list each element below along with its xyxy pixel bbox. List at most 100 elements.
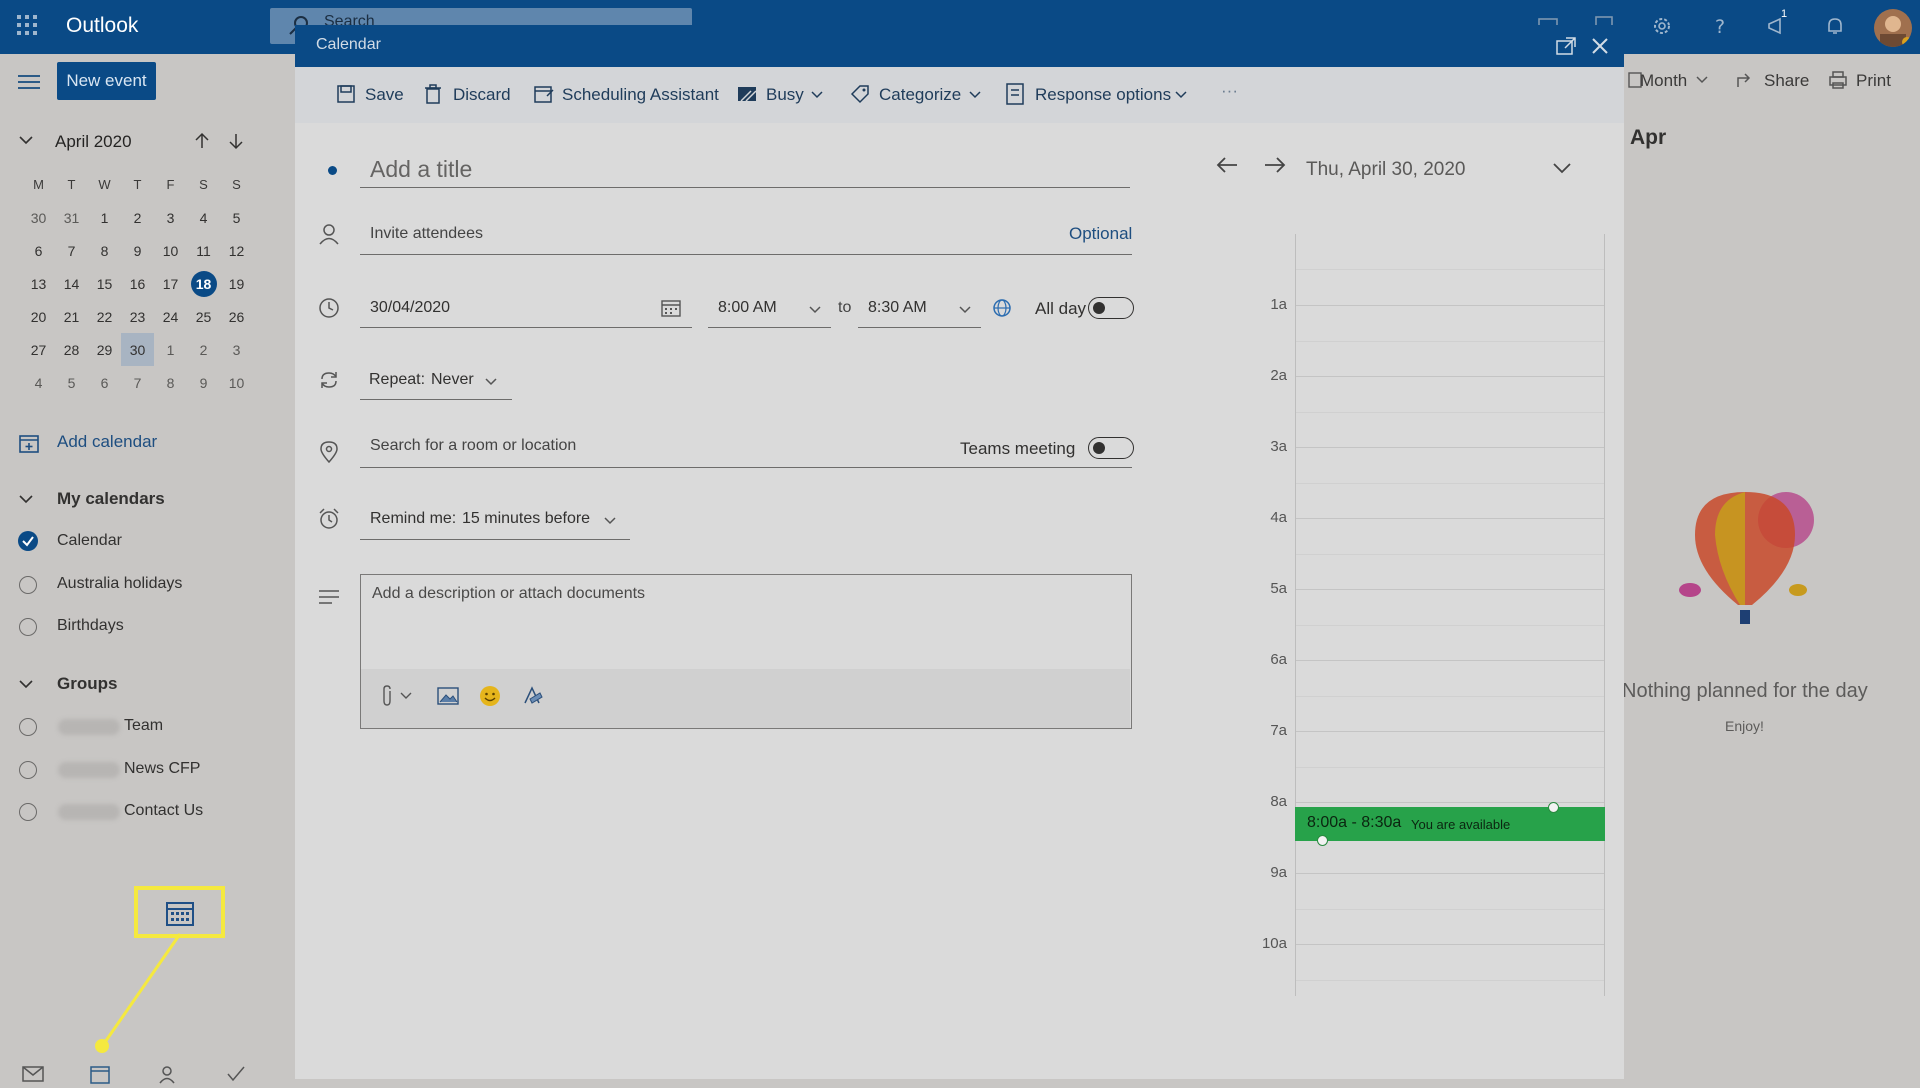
day-cell[interactable]: 22 xyxy=(88,300,121,333)
chevron-down-icon[interactable] xyxy=(810,90,824,100)
share-button[interactable]: Share xyxy=(1764,71,1809,91)
pop-out-icon[interactable] xyxy=(1556,37,1576,55)
group-item-label[interactable]: Team xyxy=(124,717,163,735)
hamburger-icon[interactable] xyxy=(18,74,40,90)
day-cell[interactable]: 19 xyxy=(220,267,253,300)
day-cell[interactable]: 17 xyxy=(154,267,187,300)
day-cell[interactable]: 9 xyxy=(121,234,154,267)
description-editor[interactable]: Add a description or attach documents xyxy=(360,574,1132,729)
day-cell[interactable]: 13 xyxy=(22,267,55,300)
day-cell[interactable]: 8 xyxy=(88,234,121,267)
day-cell[interactable]: 6 xyxy=(22,234,55,267)
all-day-toggle[interactable] xyxy=(1088,297,1134,319)
show-as-dropdown[interactable]: Busy xyxy=(766,85,804,105)
resize-handle-bottom[interactable] xyxy=(1317,835,1328,846)
emoji-icon[interactable] xyxy=(479,685,501,707)
arrow-down-icon[interactable] xyxy=(228,132,244,150)
group-checkbox[interactable] xyxy=(19,718,37,736)
day-cell[interactable]: 28 xyxy=(55,333,88,366)
new-event-button[interactable]: New event xyxy=(57,62,156,100)
arrow-left-icon[interactable] xyxy=(1215,155,1239,175)
day-cell[interactable]: 11 xyxy=(187,234,220,267)
calendar-checkbox[interactable] xyxy=(19,618,37,636)
calendar-icon[interactable] xyxy=(90,1064,110,1084)
save-button[interactable]: Save xyxy=(365,85,404,105)
day-cell[interactable]: 24 xyxy=(154,300,187,333)
app-launcher-icon[interactable] xyxy=(16,14,38,36)
day-cell[interactable]: 4 xyxy=(187,201,220,234)
calendar-picker-icon[interactable] xyxy=(661,298,681,318)
day-cell[interactable]: 5 xyxy=(220,201,253,234)
my-calendars-header[interactable]: My calendars xyxy=(57,489,165,509)
help-icon[interactable]: ? xyxy=(1708,14,1732,38)
calendar-item-label[interactable]: Birthdays xyxy=(57,617,124,635)
calendar-checkbox-checked[interactable] xyxy=(18,531,38,551)
time-zone-globe-icon[interactable] xyxy=(992,298,1012,318)
resize-handle-top[interactable] xyxy=(1548,802,1559,813)
day-cell[interactable]: 7 xyxy=(55,234,88,267)
day-cell[interactable]: 1 xyxy=(154,333,187,366)
day-cell[interactable]: 23 xyxy=(121,300,154,333)
people-icon[interactable] xyxy=(158,1064,178,1084)
group-item-label[interactable]: Contact Us xyxy=(124,802,203,820)
day-cell[interactable]: 30 xyxy=(22,201,55,234)
calendar-item-label[interactable]: Calendar xyxy=(57,532,122,550)
chevron-down-icon[interactable] xyxy=(18,493,34,505)
day-cell[interactable]: 4 xyxy=(22,366,55,399)
day-cell[interactable]: 8 xyxy=(154,366,187,399)
chevron-down-icon[interactable] xyxy=(400,692,412,700)
arrow-right-icon[interactable] xyxy=(1263,155,1287,175)
day-cell[interactable]: 15 xyxy=(88,267,121,300)
group-checkbox[interactable] xyxy=(19,803,37,821)
categorize-dropdown[interactable]: Categorize xyxy=(879,85,961,105)
response-options-dropdown[interactable]: Response options xyxy=(1035,85,1171,105)
day-cell[interactable]: 7 xyxy=(121,366,154,399)
day-cell[interactable]: 2 xyxy=(121,201,154,234)
chevron-down-icon[interactable] xyxy=(1174,90,1188,100)
day-cell[interactable]: 20 xyxy=(22,300,55,333)
day-cell[interactable]: 2 xyxy=(187,333,220,366)
day-cell[interactable]: 3 xyxy=(154,201,187,234)
event-title-input[interactable]: Add a title xyxy=(360,154,1130,188)
insert-image-icon[interactable] xyxy=(437,687,459,705)
app-name[interactable]: Outlook xyxy=(66,14,138,38)
day-cell[interactable]: 16 xyxy=(121,267,154,300)
close-icon[interactable] xyxy=(1591,37,1609,55)
start-date-input[interactable]: 30/04/2020 xyxy=(360,290,692,328)
day-cell[interactable]: 14 xyxy=(55,267,88,300)
group-item-label[interactable]: News CFP xyxy=(124,760,200,778)
chevron-down-icon[interactable] xyxy=(18,134,34,146)
day-cell[interactable]: 21 xyxy=(55,300,88,333)
day-cell[interactable]: 1 xyxy=(88,201,121,234)
chevron-down-icon[interactable] xyxy=(18,678,34,690)
day-cell[interactable]: 29 xyxy=(88,333,121,366)
group-checkbox[interactable] xyxy=(19,761,37,779)
day-view-grid[interactable] xyxy=(1295,234,1605,996)
day-cell[interactable]: 25 xyxy=(187,300,220,333)
gear-icon[interactable] xyxy=(1650,14,1674,38)
mini-calendar-month[interactable]: April 2020 xyxy=(55,132,132,152)
reminder-dropdown[interactable]: Remind me: 15 minutes before xyxy=(360,500,630,540)
start-time-dropdown[interactable]: 8:00 AM xyxy=(708,290,831,328)
calendar-item-label[interactable]: Australia holidays xyxy=(57,575,182,593)
repeat-dropdown[interactable]: Repeat: Never xyxy=(360,362,512,400)
groups-header[interactable]: Groups xyxy=(57,674,117,694)
calendar-checkbox[interactable] xyxy=(19,576,37,594)
to-do-check-icon[interactable] xyxy=(226,1064,246,1084)
scheduling-assistant-button[interactable]: Scheduling Assistant xyxy=(562,85,719,105)
day-cell[interactable]: 10 xyxy=(220,366,253,399)
day-cell[interactable]: 27 xyxy=(22,333,55,366)
discard-button[interactable]: Discard xyxy=(453,85,511,105)
teams-meeting-toggle[interactable] xyxy=(1088,437,1134,459)
chevron-down-icon[interactable] xyxy=(968,90,982,100)
format-painter-icon[interactable] xyxy=(521,685,543,707)
chevron-down-icon[interactable] xyxy=(1695,75,1709,85)
print-button[interactable]: Print xyxy=(1856,71,1891,91)
more-options-button[interactable]: ··· xyxy=(1221,81,1238,101)
avatar[interactable] xyxy=(1874,9,1912,47)
invite-attendees-input[interactable]: Invite attendees Optional xyxy=(360,217,1132,255)
day-cell[interactable]: 12 xyxy=(220,234,253,267)
arrow-up-icon[interactable] xyxy=(194,132,210,150)
day-cell[interactable]: 6 xyxy=(88,366,121,399)
mail-icon[interactable] xyxy=(22,1066,44,1082)
